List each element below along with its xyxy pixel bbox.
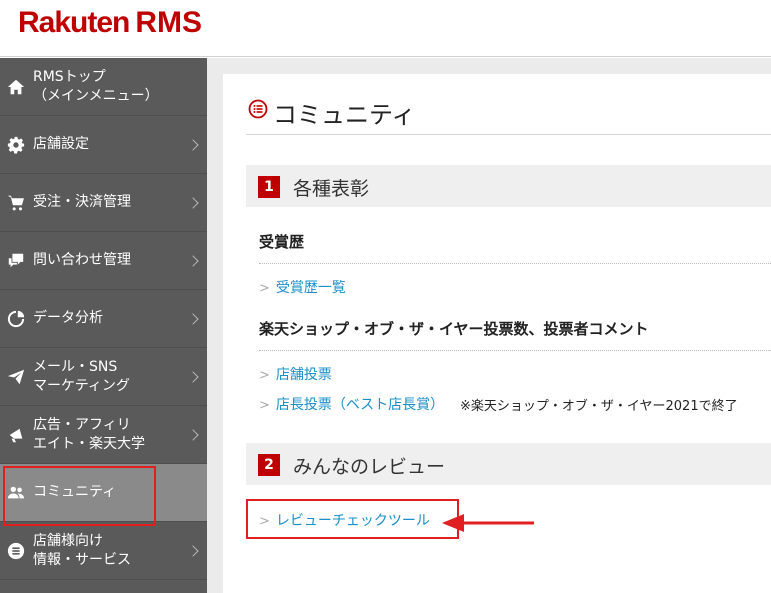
sidebar-item-label: メール・SNS マーケティング [33,358,130,394]
chat-icon [6,251,26,271]
sidebar: RMSトップ （メインメニュー） 店舗設定 受注・決済管理 問い合わせ管理 デー… [0,58,207,593]
sidebar-item-data-analysis[interactable]: データ分析 [0,290,207,348]
red-arrow-icon [442,514,534,532]
gear-icon [6,135,26,155]
chevron-right-icon [187,312,199,325]
sidebar-item-rms-top[interactable]: RMSトップ （メインメニュー） [0,58,207,116]
megaphone-icon [6,425,26,445]
chevron-right-icon [187,428,199,441]
chevron-right-icon [187,370,199,383]
rakuten-rms-logo[interactable]: Rakuten RMS [18,6,202,40]
link-award-history-list[interactable]: > 受賞歴一覧 [259,277,346,297]
subsection-heading-shop-of-the-year: 楽天ショップ・オブ・ザ・イヤー投票数、投票者コメント [259,320,649,338]
cart-icon [6,193,26,213]
pie-chart-icon [6,309,26,329]
chevron-right-icon: > [259,514,270,529]
title-divider [246,134,771,135]
chevron-right-icon: > [259,368,270,383]
chevron-right-icon [187,544,199,557]
page-title: コミュニティ [273,101,416,129]
list-icon [6,541,26,561]
sidebar-item-inquiries[interactable]: 問い合わせ管理 [0,232,207,290]
link-manager-vote[interactable]: > 店長投票（ベスト店長賞） [259,394,444,414]
sidebar-item-mail-sns[interactable]: メール・SNS マーケティング [0,348,207,406]
app-header: Rakuten RMS [0,0,771,57]
sidebar-item-store-settings[interactable]: 店舗設定 [0,116,207,174]
link-store-vote[interactable]: > 店舗投票 [259,364,332,384]
section-title: 各種表彰 [293,178,370,200]
sidebar-item-label: 広告・アフィリ エイト・楽天大学 [33,416,145,452]
chevron-right-icon: > [259,398,270,413]
sidebar-item-label: 店舗様向け 情報・サービス [33,532,131,568]
subsection-heading-award-history: 受賞歴 [259,233,305,251]
sidebar-item-store-services[interactable]: 店舗様向け 情報・サービス [0,522,207,580]
chevron-right-icon [187,138,199,151]
sidebar-item-community[interactable]: コミュニティ [0,464,207,526]
chevron-right-icon [187,196,199,209]
sidebar-item-label: RMSトップ （メインメニュー） [33,68,159,104]
dotted-divider [259,263,771,264]
sidebar-item-label: コミュニティ [33,484,117,500]
end-note: ※楽天ショップ・オブ・ザ・イヤー2021で終了 [460,399,738,414]
sidebar-item-label: 受注・決済管理 [33,194,131,210]
sidebar-item-label: データ分析 [33,310,103,326]
sidebar-item-orders[interactable]: 受注・決済管理 [0,174,207,232]
users-icon [6,483,26,503]
section-number-badge: 1 [258,176,280,198]
dotted-divider [259,350,771,351]
section-title: みんなのレビュー [293,456,446,478]
sidebar-item-label: 問い合わせ管理 [33,252,131,268]
section-header-awards: 1 各種表彰 [246,165,771,207]
paper-plane-icon [6,367,26,387]
list-circle-icon [248,99,268,119]
sidebar-item-label: 店舗設定 [33,136,89,152]
chevron-right-icon [187,254,199,267]
sidebar-item-ads[interactable]: 広告・アフィリ エイト・楽天大学 [0,406,207,464]
section-header-reviews: 2 みんなのレビュー [246,443,771,485]
section-number-badge: 2 [258,454,280,476]
link-review-check-tool[interactable]: > レビューチェックツール [259,510,430,530]
chevron-right-icon: > [259,281,270,296]
home-icon [6,77,26,97]
